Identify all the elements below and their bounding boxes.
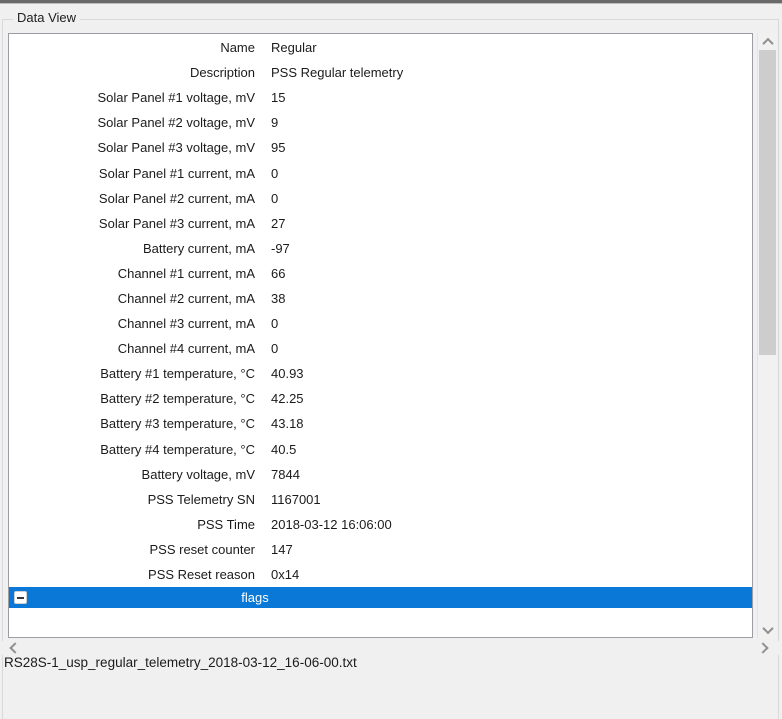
row-value: 1167001	[271, 492, 752, 507]
row-value: 0	[271, 191, 752, 206]
row-label: Battery voltage, mV	[9, 467, 255, 482]
table-row[interactable]: Channel #4 current, mA 0	[9, 336, 752, 361]
row-value: 43.18	[271, 416, 752, 431]
row-label: Description	[9, 65, 255, 80]
row-label: Battery #3 temperature, °C	[9, 416, 255, 431]
table-row[interactable]: Battery current, mA -97	[9, 236, 752, 261]
row-value: 40.5	[271, 442, 752, 457]
row-value: 0x14	[271, 567, 752, 582]
chevron-up-icon	[762, 37, 773, 48]
row-label: PSS Telemetry SN	[9, 492, 255, 507]
row-value: -97	[271, 241, 752, 256]
row-label: Solar Panel #1 current, mA	[9, 166, 255, 181]
table-row[interactable]: Solar Panel #2 current, mA 0	[9, 186, 752, 211]
row-label: Solar Panel #3 voltage, mV	[9, 140, 255, 155]
row-value: 0	[271, 341, 752, 356]
row-value: 2018-03-12 16:06:00	[271, 517, 752, 532]
chevron-left-icon	[9, 642, 20, 653]
table-row[interactable]: Name Regular	[9, 35, 752, 60]
table-row[interactable]: Solar Panel #3 current, mA 27	[9, 211, 752, 236]
flags-group-label: flags	[9, 587, 501, 608]
row-label: Name	[9, 40, 255, 55]
row-value: 147	[271, 542, 752, 557]
row-value: 0	[271, 166, 752, 181]
table-row[interactable]: Solar Panel #1 current, mA 0	[9, 160, 752, 185]
table-row[interactable]: Channel #2 current, mA 38	[9, 286, 752, 311]
top-divider	[0, 0, 782, 4]
vertical-scrollbar[interactable]	[757, 33, 777, 638]
row-label: Channel #1 current, mA	[9, 266, 255, 281]
flags-group-row[interactable]: flags	[9, 587, 752, 608]
telemetry-data-panel: Name Regular Description PSS Regular teleme…	[8, 33, 753, 638]
row-value: 42.25	[271, 391, 752, 406]
row-label: Channel #2 current, mA	[9, 291, 255, 306]
scroll-left-button[interactable]	[7, 641, 23, 655]
chevron-right-icon	[757, 642, 768, 653]
table-row[interactable]: Description PSS Regular telemetry	[9, 60, 752, 85]
chevron-down-icon	[762, 622, 773, 633]
row-label: Channel #3 current, mA	[9, 316, 255, 331]
opened-file-name: RS28S-1_usp_regular_telemetry_2018-03-12…	[4, 655, 357, 670]
table-row[interactable]: PSS Reset reason 0x14	[9, 562, 752, 587]
row-label: Battery #1 temperature, °C	[9, 366, 255, 381]
row-label: PSS Time	[9, 517, 255, 532]
table-row[interactable]: Solar Panel #2 voltage, mV 9	[9, 110, 752, 135]
row-value: Regular	[271, 40, 752, 55]
groupbox-title: Data View	[13, 10, 80, 26]
row-label: Solar Panel #2 voltage, mV	[9, 115, 255, 130]
table-row[interactable]: Battery #1 temperature, °C 40.93	[9, 361, 752, 386]
vertical-scrollbar-thumb[interactable]	[759, 50, 776, 355]
table-row[interactable]: Battery voltage, mV 7844	[9, 462, 752, 487]
table-row[interactable]: Battery #4 temperature, °C 40.5	[9, 437, 752, 462]
table-row[interactable]: Channel #1 current, mA 66	[9, 261, 752, 286]
row-label: Solar Panel #3 current, mA	[9, 216, 255, 231]
scroll-down-button[interactable]	[758, 621, 777, 638]
table-row[interactable]: Solar Panel #3 voltage, mV 95	[9, 135, 752, 160]
telemetry-rows: Name Regular Description PSS Regular teleme…	[9, 34, 752, 587]
table-row[interactable]: PSS reset counter 147	[9, 537, 752, 562]
row-label: Battery #2 temperature, °C	[9, 391, 255, 406]
table-row[interactable]: Channel #3 current, mA 0	[9, 311, 752, 336]
row-value: 0	[271, 316, 752, 331]
row-value: 7844	[271, 467, 752, 482]
row-value: 38	[271, 291, 752, 306]
row-label: Battery #4 temperature, °C	[9, 442, 255, 457]
row-value: 15	[271, 90, 752, 105]
row-value: 27	[271, 216, 752, 231]
scroll-right-button[interactable]	[755, 641, 771, 655]
row-label: Battery current, mA	[9, 241, 255, 256]
table-row[interactable]: Battery #3 temperature, °C 43.18	[9, 411, 752, 436]
row-label: Solar Panel #1 voltage, mV	[9, 90, 255, 105]
row-label: Solar Panel #2 current, mA	[9, 191, 255, 206]
row-label: Channel #4 current, mA	[9, 341, 255, 356]
row-value: 9	[271, 115, 752, 130]
scroll-up-button[interactable]	[758, 33, 777, 50]
row-value: 66	[271, 266, 752, 281]
row-value: 95	[271, 140, 752, 155]
table-row[interactable]: Battery #2 temperature, °C 42.25	[9, 386, 752, 411]
table-row[interactable]: PSS Telemetry SN 1167001	[9, 487, 752, 512]
row-label: PSS reset counter	[9, 542, 255, 557]
horizontal-scrollbar[interactable]	[2, 641, 779, 655]
row-label: PSS Reset reason	[9, 567, 255, 582]
row-value: PSS Regular telemetry	[271, 65, 752, 80]
row-value: 40.93	[271, 366, 752, 381]
table-row[interactable]: Solar Panel #1 voltage, mV 15	[9, 85, 752, 110]
table-row[interactable]: PSS Time 2018-03-12 16:06:00	[9, 512, 752, 537]
